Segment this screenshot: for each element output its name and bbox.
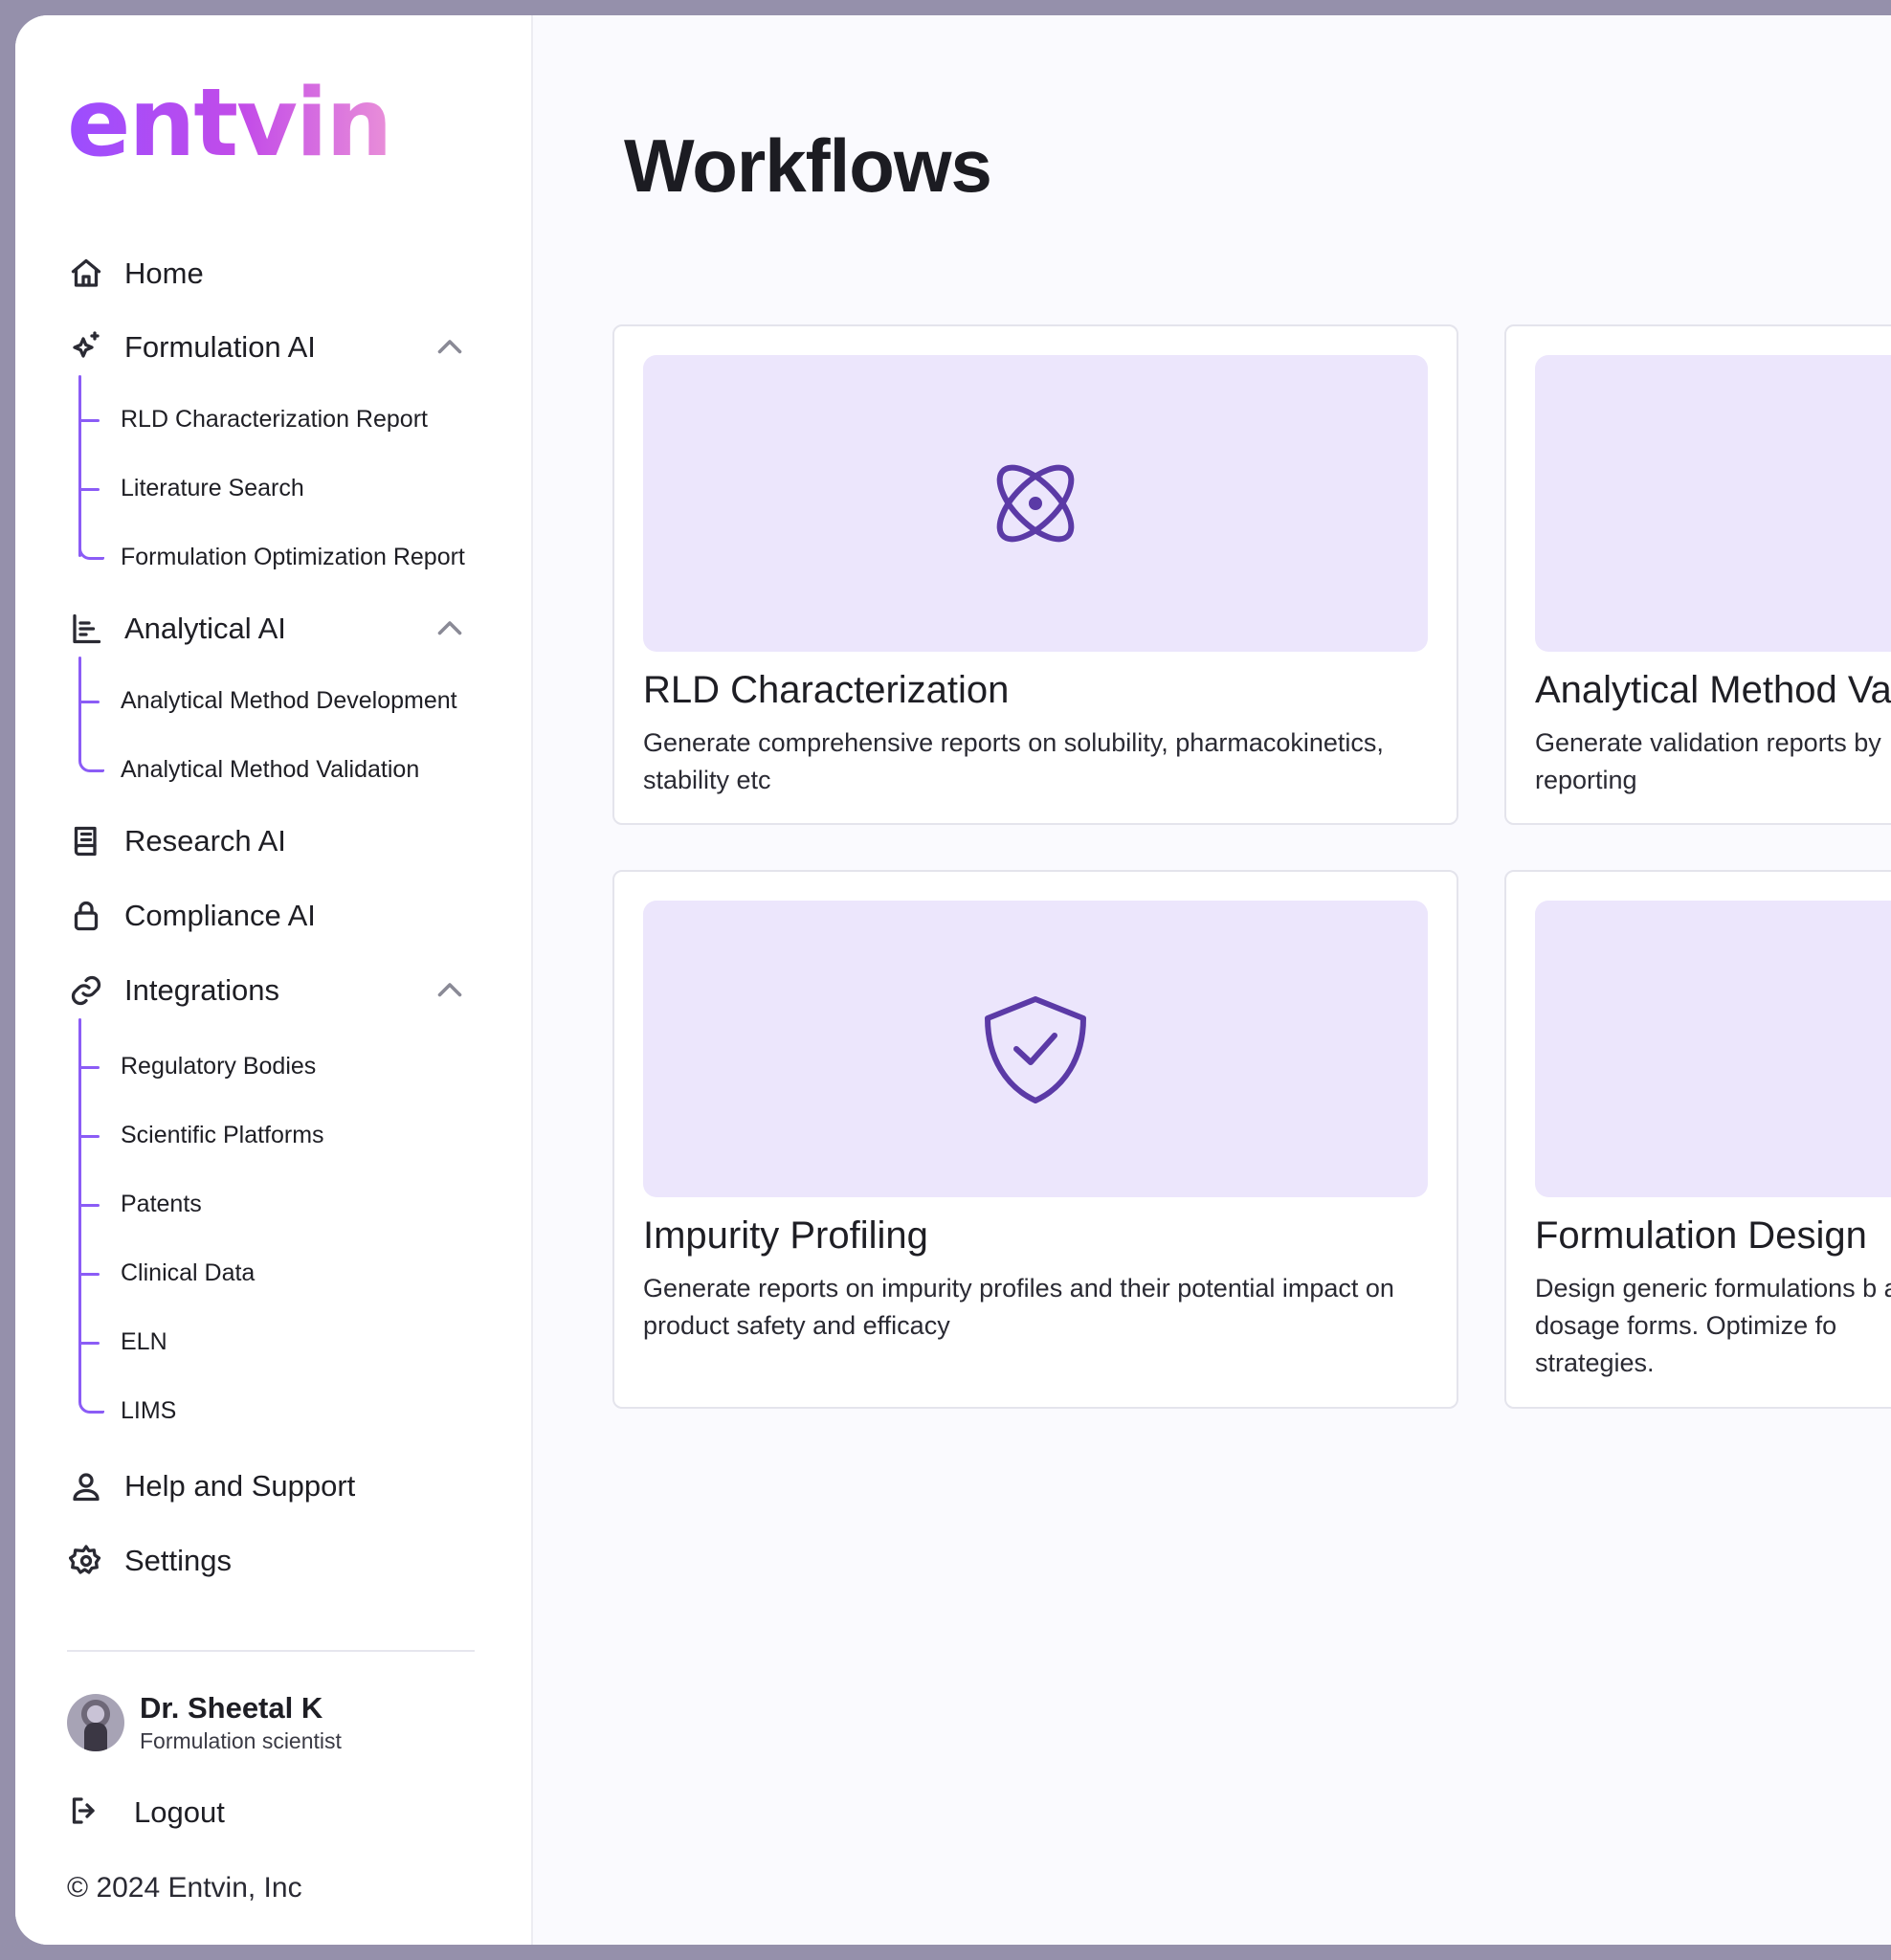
- sparkle-star-icon: [67, 328, 105, 367]
- workflow-card-impurity[interactable]: Impurity Profiling Generate reports on i…: [612, 870, 1458, 1409]
- sidebar-item-label: Analytical AI: [124, 612, 286, 645]
- workflow-card-analytical-validation[interactable]: Analytical Method Va Generate validation…: [1504, 324, 1891, 825]
- logout-button[interactable]: Logout: [67, 1793, 225, 1832]
- sidebar-item-label: Compliance AI: [124, 899, 316, 932]
- sidebar-item-label: Help and Support: [124, 1469, 356, 1503]
- chevron-up-icon[interactable]: [433, 330, 467, 365]
- sidebar-item-label: Research AI: [124, 824, 286, 858]
- sidebar-subitem-scientific-platforms[interactable]: Scientific Platforms: [78, 1116, 324, 1154]
- sidebar-subitem-eln[interactable]: ELN: [78, 1323, 167, 1361]
- sidebar-subitem-rld-report[interactable]: RLD Characterization Report: [78, 400, 428, 438]
- link-icon: [67, 971, 105, 1010]
- logout-icon: [67, 1793, 105, 1832]
- card-description: Generate reports on impurity profiles an…: [643, 1274, 1394, 1340]
- profile-name: Dr. Sheetal K: [140, 1691, 323, 1725]
- sidebar-subitem-method-validation[interactable]: Analytical Method Validation: [78, 741, 419, 789]
- card-banner: [1535, 901, 1891, 1197]
- sidebar-item-label: Integrations: [124, 973, 279, 1007]
- tree-line: [78, 657, 81, 743]
- avatar: [67, 1694, 124, 1751]
- sidebar-item-label: Home: [124, 256, 204, 290]
- home-icon: [67, 255, 105, 293]
- lock-icon: [67, 897, 105, 935]
- sidebar-item-home[interactable]: Home: [67, 250, 204, 298]
- sidebar-subitem-method-development[interactable]: Analytical Method Development: [78, 681, 457, 720]
- card-banner: [643, 901, 1428, 1197]
- sidebar-item-integrations[interactable]: Integrations: [67, 967, 279, 1014]
- app-window: entvin Home Formulation AI RLD Character…: [15, 15, 1891, 1945]
- chevron-up-icon[interactable]: [433, 612, 467, 646]
- card-title: Formulation Design: [1535, 1214, 1867, 1257]
- shield-check-icon: [985, 996, 1086, 1103]
- sidebar: entvin Home Formulation AI RLD Character…: [15, 15, 533, 1945]
- logout-label: Logout: [134, 1795, 225, 1829]
- gear-icon: [67, 1542, 105, 1580]
- sidebar-item-label: Settings: [124, 1544, 233, 1577]
- sidebar-item-compliance-ai[interactable]: Compliance AI: [67, 892, 316, 940]
- chevron-up-icon[interactable]: [433, 973, 467, 1008]
- card-title: Impurity Profiling: [643, 1214, 928, 1257]
- card-title: RLD Characterization: [643, 669, 1010, 711]
- sidebar-subitem-patents[interactable]: Patents: [78, 1185, 202, 1223]
- sidebar-subitem-regulatory-bodies[interactable]: Regulatory Bodies: [78, 1047, 316, 1085]
- card-title: Analytical Method Va: [1535, 669, 1891, 711]
- book-icon: [67, 822, 105, 860]
- sidebar-divider: [67, 1650, 475, 1652]
- sidebar-item-research-ai[interactable]: Research AI: [67, 817, 286, 865]
- sidebar-item-settings[interactable]: Settings: [67, 1537, 232, 1585]
- user-icon: [67, 1467, 105, 1505]
- bar-chart-icon: [67, 610, 105, 648]
- card-banner: [1535, 355, 1891, 652]
- workflow-card-formulation-design[interactable]: Formulation Design Design generic formul…: [1504, 870, 1891, 1409]
- card-banner: [643, 355, 1428, 652]
- sidebar-item-formulation-ai[interactable]: Formulation AI: [67, 323, 316, 371]
- sidebar-item-help[interactable]: Help and Support: [67, 1462, 355, 1510]
- sidebar-subitem-clinical-data[interactable]: Clinical Data: [78, 1254, 255, 1292]
- entvin-logo[interactable]: entvin: [67, 77, 392, 170]
- sidebar-subitem-optimization-report[interactable]: Formulation Optimization Report: [78, 528, 465, 576]
- workflow-card-rld[interactable]: RLD Characterization Generate comprehens…: [612, 324, 1458, 825]
- copyright: © 2024 Entvin, Inc: [67, 1872, 302, 1904]
- profile-role: Formulation scientist: [140, 1728, 342, 1753]
- sidebar-subitem-literature-search[interactable]: Literature Search: [78, 469, 304, 507]
- atom-icon: [996, 464, 1075, 543]
- sidebar-subitem-lims[interactable]: LIMS: [78, 1382, 176, 1430]
- card-description: Generate comprehensive reports on solubi…: [643, 728, 1384, 794]
- sidebar-item-label: Formulation AI: [124, 330, 316, 364]
- user-profile[interactable]: Dr. Sheetal K Formulation scientist: [67, 1690, 342, 1755]
- card-description: Generate validation reports by reporting: [1535, 728, 1881, 794]
- sidebar-item-analytical-ai[interactable]: Analytical AI: [67, 605, 286, 653]
- card-description: Design generic formulations b and dosage…: [1535, 1274, 1891, 1377]
- page-title: Workflows: [624, 123, 992, 208]
